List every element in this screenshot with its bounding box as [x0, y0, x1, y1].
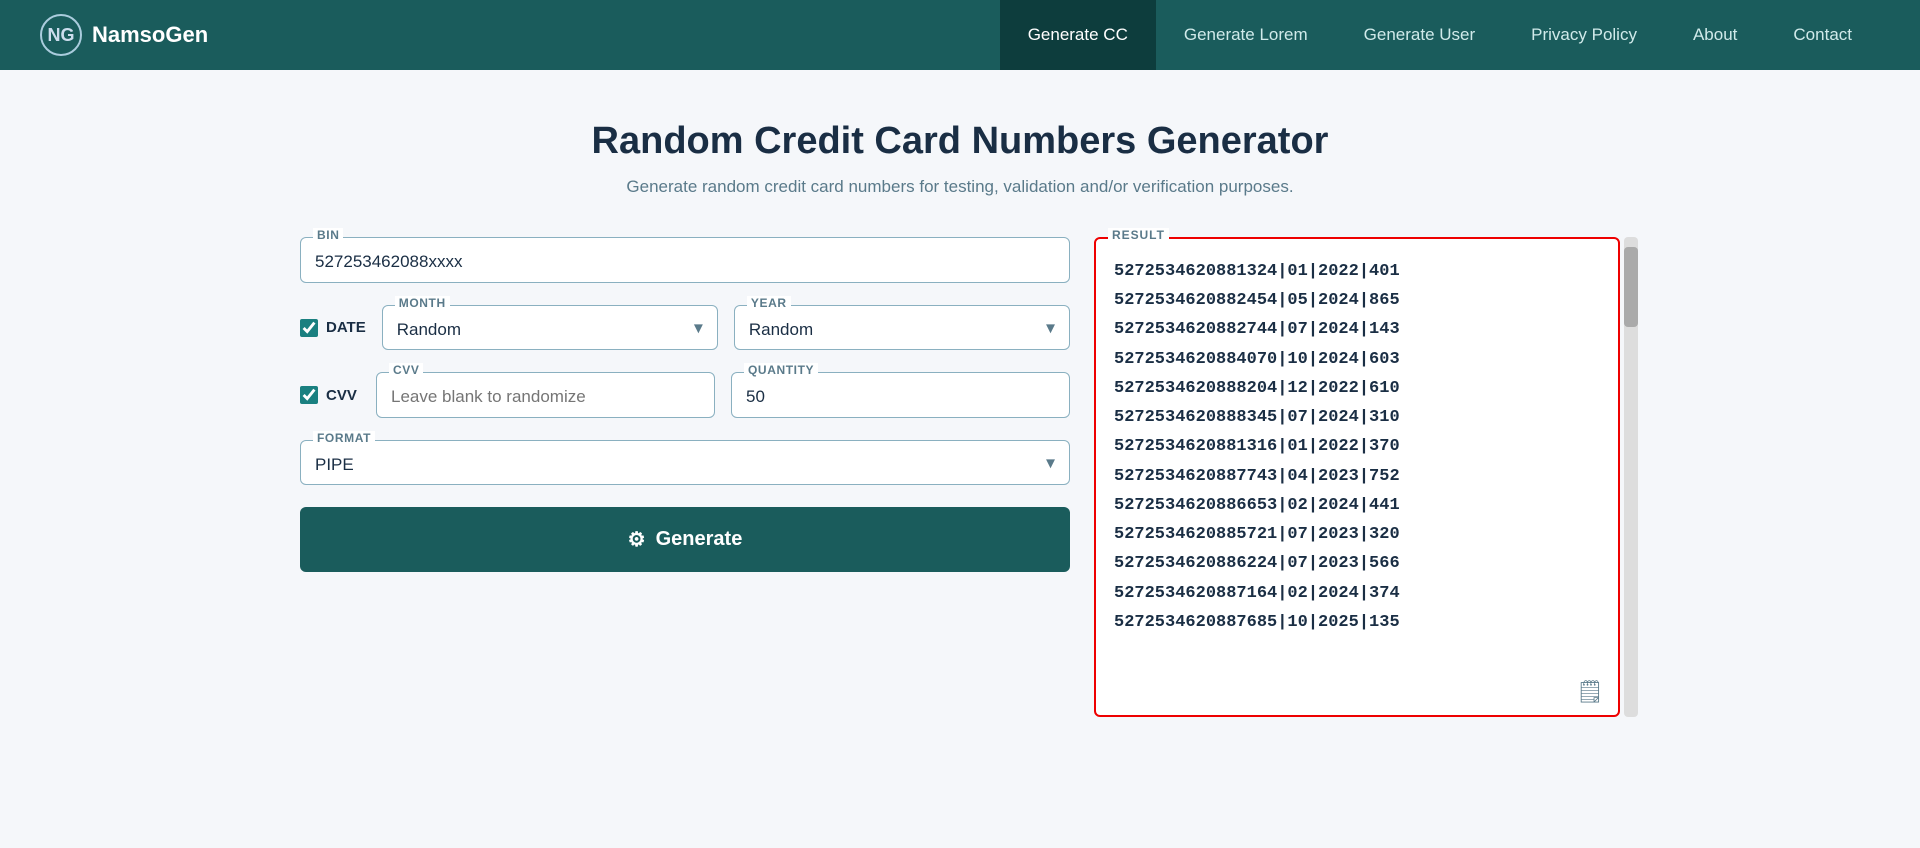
- cvv-row: CVV CVV QUANTITY: [300, 372, 1070, 418]
- month-label: MONTH: [395, 296, 450, 310]
- form-panel: BIN DATE MONTH Random 010203 040506 0708…: [300, 237, 1070, 572]
- date-row: DATE MONTH Random 010203 040506 070809 1…: [300, 305, 1070, 350]
- result-item: 5272534620886224|07|2023|566: [1114, 549, 1600, 578]
- cvv-field-wrap: CVV: [376, 372, 715, 418]
- gear-icon: ⚙: [628, 527, 646, 552]
- content-row: BIN DATE MONTH Random 010203 040506 0708…: [300, 237, 1620, 717]
- result-item: 5272534620888345|07|2024|310: [1114, 403, 1600, 432]
- nav-link-privacy-policy[interactable]: Privacy Policy: [1503, 0, 1665, 70]
- year-select[interactable]: Random 202220232024 202520262027 2028202…: [749, 314, 1055, 341]
- copy-icon[interactable]: 🗒: [1576, 679, 1604, 705]
- format-field-wrap: FORMAT PIPE CSV JSON ▾: [300, 440, 1070, 485]
- cvv-input[interactable]: [391, 381, 700, 409]
- year-label: YEAR: [747, 296, 791, 310]
- result-label: RESULT: [1108, 228, 1169, 242]
- result-item: 5272534620885721|07|2023|320: [1114, 520, 1600, 549]
- nav-link-generate-lorem[interactable]: Generate Lorem: [1156, 0, 1336, 70]
- result-item: 5272534620887743|04|2023|752: [1114, 462, 1600, 491]
- nav-links: Generate CC Generate Lorem Generate User…: [1000, 0, 1880, 70]
- page-title: Random Credit Card Numbers Generator: [300, 120, 1620, 163]
- format-select[interactable]: PIPE CSV JSON: [315, 449, 1055, 476]
- result-item: 5272534620881324|01|2022|401: [1114, 257, 1600, 286]
- generate-button[interactable]: ⚙ Generate: [300, 507, 1070, 572]
- quantity-input[interactable]: [746, 381, 1055, 409]
- quantity-label: QUANTITY: [744, 363, 818, 377]
- page-subtitle: Generate random credit card numbers for …: [300, 177, 1620, 197]
- logo[interactable]: NG NamsoGen: [40, 14, 208, 56]
- nav-link-generate-user[interactable]: Generate User: [1336, 0, 1504, 70]
- logo-icon: NG: [40, 14, 82, 56]
- result-item: 5272534620888204|12|2022|610: [1114, 374, 1600, 403]
- bin-field-wrap: BIN: [300, 237, 1070, 283]
- date-checkbox[interactable]: [300, 319, 318, 337]
- year-field-wrap: YEAR Random 202220232024 202520262027 20…: [734, 305, 1070, 350]
- result-list: 5272534620881324|01|2022|401527253462088…: [1114, 257, 1600, 637]
- scrollbar-thumb: [1624, 247, 1638, 327]
- nav-link-generate-cc[interactable]: Generate CC: [1000, 0, 1156, 70]
- nav-link-about[interactable]: About: [1665, 0, 1765, 70]
- result-item: 5272534620881316|01|2022|370: [1114, 432, 1600, 461]
- scrollbar[interactable]: [1624, 237, 1638, 717]
- bin-label: BIN: [313, 228, 343, 242]
- logo-text: NamsoGen: [92, 22, 208, 48]
- format-label: FORMAT: [313, 431, 375, 445]
- date-checkbox-label[interactable]: DATE: [300, 319, 366, 337]
- navbar: NG NamsoGen Generate CC Generate Lorem G…: [0, 0, 1920, 70]
- month-select[interactable]: Random 010203 040506 070809 101112: [397, 314, 703, 341]
- month-field-wrap: MONTH Random 010203 040506 070809 101112…: [382, 305, 718, 350]
- bin-input[interactable]: [315, 246, 1055, 274]
- result-item: 5272534620884070|10|2024|603: [1114, 345, 1600, 374]
- result-item: 5272534620887164|02|2024|374: [1114, 579, 1600, 608]
- nav-link-contact[interactable]: Contact: [1765, 0, 1880, 70]
- result-panel: RESULT 5272534620881324|01|2022|40152725…: [1094, 237, 1620, 717]
- result-item: 5272534620882454|05|2024|865: [1114, 286, 1600, 315]
- main-content: Random Credit Card Numbers Generator Gen…: [260, 70, 1660, 757]
- generate-label: Generate: [656, 528, 743, 551]
- cvv-label: CVV: [389, 363, 423, 377]
- result-box: RESULT 5272534620881324|01|2022|40152725…: [1094, 237, 1620, 717]
- result-item: 5272534620887685|10|2025|135: [1114, 608, 1600, 637]
- cvv-checkbox-label[interactable]: CVV: [300, 386, 360, 404]
- cvv-checkbox[interactable]: [300, 386, 318, 404]
- result-item: 5272534620886653|02|2024|441: [1114, 491, 1600, 520]
- result-item: 5272534620882744|07|2024|143: [1114, 315, 1600, 344]
- quantity-field-wrap: QUANTITY: [731, 372, 1070, 418]
